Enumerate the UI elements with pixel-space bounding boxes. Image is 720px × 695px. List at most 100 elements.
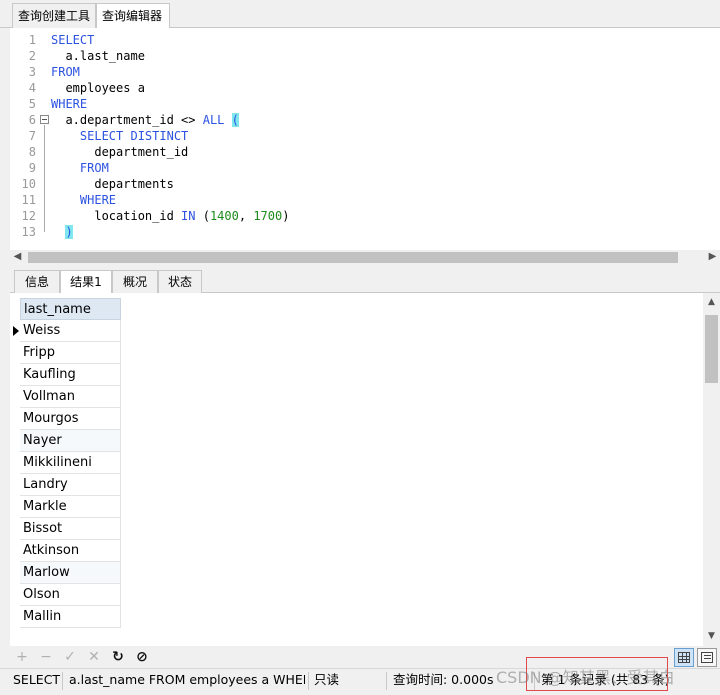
editor-tab-bar: 查询创建工具 查询编辑器 — [0, 0, 720, 29]
line-number: 6 — [28, 113, 36, 127]
result-grid[interactable]: last_name Weiss Fripp Kaufling Vollman Mourg… — [10, 293, 703, 646]
table-cell[interactable]: Vollman — [20, 386, 121, 408]
line-number: 12 — [21, 209, 36, 223]
table-cell[interactable]: Bissot — [20, 518, 121, 540]
table-cell[interactable]: Mallin — [20, 606, 121, 628]
line-number: 2 — [28, 49, 36, 63]
table-cell[interactable]: Marlow — [20, 562, 121, 584]
refresh-icon[interactable]: ↻ — [110, 648, 126, 666]
code-line[interactable]: 5 WHERE — [10, 96, 710, 112]
code-text[interactable]: location_id IN (1400, 1700) — [51, 208, 289, 224]
line-number: 3 — [28, 65, 36, 79]
form-view-button[interactable] — [697, 648, 717, 667]
horizontal-scroll-thumb[interactable] — [28, 252, 678, 263]
code-line[interactable]: 13 ) — [10, 224, 710, 240]
status-divider — [308, 672, 309, 690]
sql-keyword: FROM — [51, 65, 80, 79]
sql-number: 1700 — [253, 209, 283, 223]
code-text[interactable]: a.department_id <> ALL ( — [51, 112, 239, 128]
grid-view-icon — [678, 652, 690, 663]
matched-bracket: ( — [231, 113, 239, 127]
code-line[interactable]: 11 WHERE — [10, 192, 710, 208]
table-cell[interactable]: Mikkilineni — [20, 452, 121, 474]
table-cell[interactable]: Atkinson — [20, 540, 121, 562]
table-cell[interactable]: Nayer — [20, 430, 121, 452]
scroll-right-arrow-icon[interactable]: ▶ — [705, 250, 720, 265]
status-query-text: a.last_name FROM employees a WHERE — [69, 672, 305, 687]
vertical-scroll-thumb[interactable] — [705, 315, 718, 383]
table-cell[interactable]: Mourgos — [20, 408, 121, 430]
line-number: 5 — [28, 97, 36, 111]
line-number: 4 — [28, 81, 36, 95]
tab-status[interactable]: 状态 — [158, 270, 202, 293]
code-text[interactable]: departments — [51, 176, 174, 192]
code-line[interactable]: 1 SELECT — [10, 32, 710, 48]
discard-changes-icon[interactable]: ✕ — [86, 648, 102, 666]
grid-view-button[interactable] — [674, 648, 694, 667]
code-text[interactable]: employees a — [51, 80, 145, 96]
code-text[interactable]: department_id — [51, 144, 188, 160]
code-text[interactable]: SELECT — [51, 32, 94, 48]
code-line[interactable]: 6 a.department_id <> ALL ( — [10, 112, 710, 128]
sql-token: departments — [51, 177, 174, 191]
sql-token: employees a — [51, 81, 145, 95]
fold-collapse-icon[interactable] — [40, 115, 49, 124]
form-view-icon — [701, 652, 713, 663]
line-number: 9 — [28, 161, 36, 175]
table-cell[interactable]: Landry — [20, 474, 121, 496]
editor-horizontal-scrollbar[interactable]: ◀ ▶ — [10, 250, 720, 265]
tab-result1[interactable]: 结果1 — [60, 270, 112, 294]
code-line[interactable]: 9 FROM — [10, 160, 710, 176]
code-line[interactable]: 4 employees a — [10, 80, 710, 96]
triangle-right-icon — [12, 320, 20, 342]
column-header-last-name[interactable]: last_name — [20, 298, 121, 320]
code-line[interactable]: 12 location_id IN (1400, 1700) — [10, 208, 710, 224]
table-cell[interactable]: Weiss — [20, 320, 121, 342]
code-text[interactable]: a.last_name — [51, 48, 144, 64]
sql-token: , — [238, 209, 254, 223]
code-line[interactable]: 7 SELECT DISTINCT — [10, 128, 710, 144]
add-record-icon[interactable]: + — [14, 648, 30, 666]
table-cell[interactable]: Olson — [20, 584, 121, 606]
matched-bracket: ) — [65, 225, 73, 239]
code-line[interactable]: 10 departments — [10, 176, 710, 192]
code-line[interactable]: 8 department_id — [10, 144, 710, 160]
code-text[interactable]: WHERE — [51, 96, 87, 112]
status-query-time: 查询时间: 0.000s — [393, 672, 493, 687]
table-cell[interactable]: Kaufling — [20, 364, 121, 386]
sql-editor[interactable]: 1 SELECT 2 a.last_name 3 FROM 4 employees a5W… — [10, 28, 720, 250]
scroll-left-arrow-icon[interactable]: ◀ — [10, 250, 25, 265]
tab-info[interactable]: 信息 — [14, 270, 60, 293]
sql-keyword: ALL — [202, 113, 225, 127]
code-text[interactable]: SELECT DISTINCT — [51, 128, 188, 144]
tab-profile[interactable]: 概况 — [112, 270, 158, 293]
sql-keyword: SELECT DISTINCT — [79, 129, 189, 143]
sql-token: a.department_id <> — [51, 113, 203, 127]
delete-record-icon[interactable]: − — [38, 648, 54, 666]
apply-changes-icon[interactable]: ✓ — [62, 648, 78, 666]
code-text[interactable]: FROM — [51, 160, 109, 176]
sql-token: ) — [282, 209, 290, 223]
sql-token: location_id — [51, 209, 182, 223]
sql-keyword: FROM — [79, 161, 109, 175]
code-line[interactable]: 2 a.last_name — [10, 48, 710, 64]
line-number: 11 — [21, 193, 36, 207]
code-text[interactable]: ) — [51, 224, 73, 240]
table-cell[interactable]: Markle — [20, 496, 121, 518]
code-line[interactable]: 3 FROM — [10, 64, 710, 80]
stop-icon[interactable]: ⊘ — [134, 648, 150, 666]
tab-query-editor[interactable]: 查询编辑器 — [96, 3, 170, 29]
code-text[interactable]: FROM — [51, 64, 80, 80]
scroll-down-arrow-icon[interactable]: ▼ — [703, 629, 720, 644]
tab-query-builder[interactable]: 查询创建工具 — [12, 3, 96, 28]
line-number: 8 — [28, 145, 36, 159]
code-text[interactable]: WHERE — [51, 192, 116, 208]
table-cell[interactable]: Fripp — [20, 342, 121, 364]
grid-vertical-scrollbar[interactable]: ▲ ▼ — [703, 293, 720, 646]
scroll-up-arrow-icon[interactable]: ▲ — [703, 295, 720, 310]
line-number: 10 — [21, 177, 36, 191]
sql-token: department_id — [51, 145, 189, 159]
